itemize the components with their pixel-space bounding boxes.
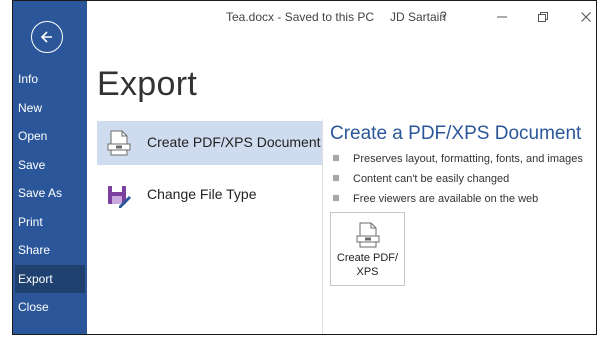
back-arrow-icon (40, 31, 52, 43)
change-file-type-icon (108, 186, 131, 208)
user-name[interactable]: JD Sartain (390, 10, 446, 24)
feature-item: Preserves layout, formatting, fonts, and… (333, 151, 583, 171)
feature-item: Free viewers are available on the web (333, 191, 583, 211)
create-pdf-xps-button[interactable]: Create PDF/ XPS (330, 212, 405, 286)
nav-item-open[interactable]: Open (13, 122, 87, 151)
option-label: Change File Type (147, 186, 257, 202)
feature-list: Preserves layout, formatting, fonts, and… (333, 151, 583, 211)
page-title: Export (97, 65, 198, 103)
nav-item-print[interactable]: Print (13, 208, 87, 237)
option-label: Create PDF/XPS Document (147, 134, 321, 150)
minimize-button[interactable] (492, 7, 512, 27)
backstage-nav: Info New Open Save Save As Print Share E… (13, 65, 87, 322)
restore-icon (538, 12, 548, 22)
detail-title: Create a PDF/XPS Document (330, 123, 582, 144)
nav-item-export[interactable]: Export (15, 264, 85, 293)
backstage-sidebar: Info New Open Save Save As Print Share E… (13, 1, 87, 334)
close-icon (581, 12, 591, 22)
document-title: Tea.docx - Saved to this PC (226, 10, 375, 24)
nav-item-info[interactable]: Info (13, 65, 87, 94)
close-window-button[interactable] (576, 7, 596, 27)
nav-item-share[interactable]: Share (13, 236, 87, 265)
pdf-document-icon (107, 130, 131, 156)
create-button-label: Create PDF/ XPS (336, 252, 399, 278)
title-bar: Tea.docx - Saved to this PC JD Sartain ? (87, 1, 596, 33)
restore-button[interactable] (533, 7, 553, 27)
nav-item-new[interactable]: New (13, 94, 87, 123)
option-create-pdf-xps[interactable]: Create PDF/XPS Document (97, 121, 322, 165)
back-button[interactable] (31, 21, 63, 53)
pdf-document-icon (356, 222, 380, 248)
export-options-list: Create PDF/XPS Document Change File Type (97, 121, 322, 217)
feature-item: Content can't be easily changed (333, 171, 583, 191)
option-change-file-type[interactable]: Change File Type (97, 173, 322, 217)
nav-item-save[interactable]: Save (13, 151, 87, 180)
nav-item-close[interactable]: Close (13, 293, 87, 322)
word-backstage-window: Info New Open Save Save As Print Share E… (12, 0, 597, 335)
nav-item-save-as[interactable]: Save As (13, 179, 87, 208)
help-button[interactable]: ? (440, 9, 447, 23)
minimize-icon (497, 16, 507, 18)
panel-divider (322, 119, 323, 334)
